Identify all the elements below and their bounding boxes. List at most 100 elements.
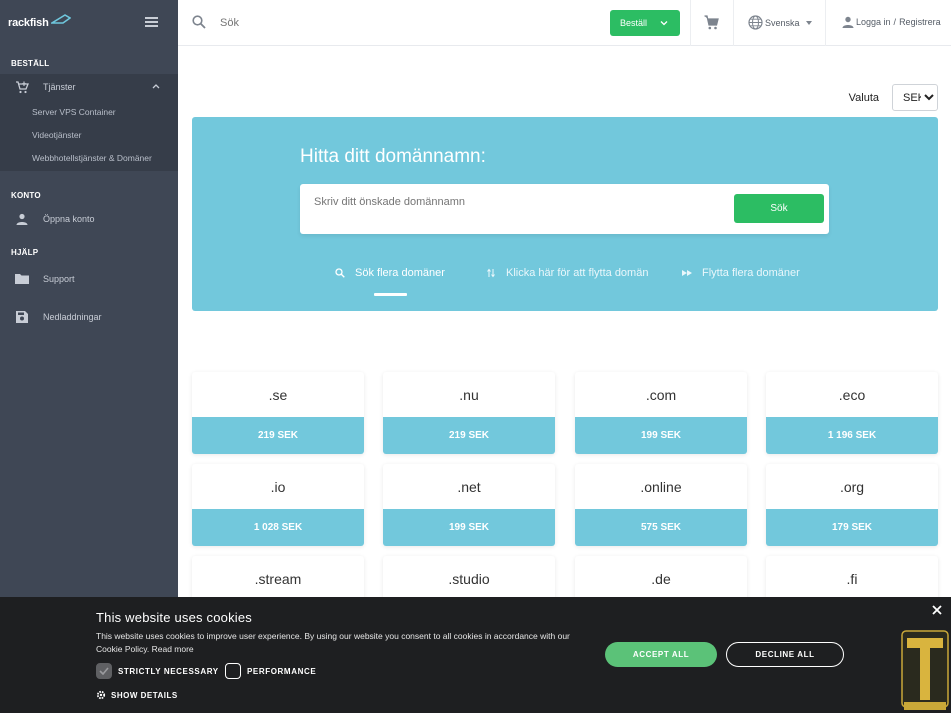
logo-fish-icon [50,14,71,24]
domain-price: 199 SEK [383,509,555,546]
domain-search-button[interactable]: Sök [734,194,824,223]
domain-price: 219 SEK [383,417,555,454]
sidebar-section-order: BESTÄLL [11,59,50,68]
domain-tld: .net [457,478,481,495]
domain-tld: .se [268,386,288,403]
topbar: Beställ Svenska Logga in / Registrera [178,0,951,46]
cookie-title: This website uses cookies [96,610,253,625]
sidebar-item-downloads[interactable]: Nedladdningar [0,304,178,330]
domain-search-input[interactable] [314,194,714,210]
domain-tld: .fi [846,570,858,587]
checkbox-unchecked-icon [225,663,241,679]
logo[interactable]: rackfish [0,0,178,46]
domain-tld: .nu [459,386,479,403]
tab-label: Flytta flera domäner [702,267,800,279]
tab-search-multiple[interactable]: Sök flera domäner [335,267,445,279]
globe-icon [748,15,763,30]
domain-price: 1 196 SEK [766,417,938,454]
language-selector[interactable]: Svenska [748,15,812,30]
active-tab-indicator [374,293,407,296]
order-button-label: Beställ [620,18,648,28]
sidebar-item-services[interactable]: Tjänster [0,74,178,100]
show-details-label: SHOW DETAILS [111,690,178,700]
person-icon [842,16,854,28]
caret-down-icon [805,20,812,25]
login-link[interactable]: Logga in [856,17,891,27]
search-icon [335,268,345,278]
checkbox-label: PERFORMANCE [247,666,317,676]
domain-search-panel: Hitta ditt domännamn: Sök Sök flera domä… [192,117,938,311]
close-icon[interactable] [932,605,942,615]
transfer-icon [487,268,495,278]
cookie-text: This website uses cookies to improve use… [96,630,596,656]
domain-tld: .io [270,478,286,495]
domain-card[interactable]: .io 1 028 SEK [192,464,364,546]
cookie-banner: This website uses cookies This website u… [0,597,951,713]
checkbox-checked-icon [96,663,112,679]
hero-tabs: Sök flera domäner Klicka här för att fly… [192,267,938,287]
domain-card[interactable]: .org 179 SEK [766,464,938,546]
domain-card[interactable]: .se 219 SEK [192,372,364,454]
domain-tld: .eco [838,386,866,403]
search-icon [192,15,206,29]
tab-transfer-multiple[interactable]: Flytta flera domäner [682,267,800,279]
sidebar-section-help: HJÄLP [11,247,39,257]
watermark-logo-icon [901,630,949,710]
hero-title: Hitta ditt domännamn: [300,146,486,167]
read-more-link[interactable]: Read more [152,644,194,654]
domain-tld: .studio [448,570,490,587]
register-link[interactable]: Registrera [899,17,941,27]
domain-card[interactable]: .online 575 SEK [575,464,747,546]
order-button[interactable]: Beställ [610,10,680,36]
sidebar-item-open-account[interactable]: Öppna konto [0,206,178,232]
chevron-up-icon [152,84,160,89]
currency-label: Valuta [848,91,879,104]
sidebar-item-support[interactable]: Support [0,266,178,292]
save-icon [15,310,29,324]
currency-select[interactable]: SEK [892,84,938,111]
domain-card[interactable]: .net 199 SEK [383,464,555,546]
tab-transfer-domain[interactable]: Klicka här för att flytta domän [486,267,648,279]
domain-price: 179 SEK [766,509,938,546]
domain-card[interactable]: .nu 219 SEK [383,372,555,454]
domain-price: 1 028 SEK [192,509,364,546]
logo-text: rackfish [8,17,49,29]
sidebar-item-label: Tjänster [43,82,76,92]
decline-all-button[interactable]: DECLINE ALL [726,642,844,667]
domain-price: 219 SEK [192,417,364,454]
divider [825,0,826,46]
tab-label: Sök flera domäner [355,267,445,279]
strictly-necessary-checkbox[interactable]: STRICTLY NECESSARY [96,663,219,679]
domain-tld: .org [839,478,865,495]
currency-selector: Valuta SEK [849,84,938,111]
chevron-down-icon [660,21,668,26]
sidebar-item-label: Öppna konto [43,213,95,224]
folder-icon [15,272,29,286]
domain-price: 575 SEK [575,509,747,546]
menu-toggle-icon[interactable] [145,17,158,27]
user-area: Logga in / Registrera [842,16,941,28]
domain-tld: .online [640,478,682,495]
language-label: Svenska [765,17,800,28]
domain-search-box: Sök [300,184,829,234]
domain-card[interactable]: .eco 1 196 SEK [766,372,938,454]
cart-icon [15,80,29,94]
person-icon [15,212,29,226]
gear-icon [96,690,106,700]
sidebar-subitem-webhosting[interactable]: Webbhotellstjänster & Domäner [0,147,178,171]
show-details-toggle[interactable]: SHOW DETAILS [96,690,178,700]
domain-price: 199 SEK [575,417,747,454]
fast-forward-icon [682,270,692,276]
sidebar-subitem-video[interactable]: Videotjänster [0,124,178,148]
cart-icon[interactable] [704,15,719,30]
sidebar-item-label: Support [43,273,75,284]
sidebar-subitem-vps[interactable]: Server VPS Container [0,100,178,124]
sidebar-group-services: Tjänster Server VPS Container Videotjäns… [0,74,178,171]
performance-checkbox[interactable]: PERFORMANCE [225,663,316,679]
sidebar-item-label: Nedladdningar [43,311,102,322]
sidebar-section-account: KONTO [11,190,41,200]
search-input[interactable] [220,12,520,34]
domain-card[interactable]: .com 199 SEK [575,372,747,454]
checkbox-label: STRICTLY NECESSARY [118,666,219,676]
accept-all-button[interactable]: ACCEPT ALL [605,642,717,667]
